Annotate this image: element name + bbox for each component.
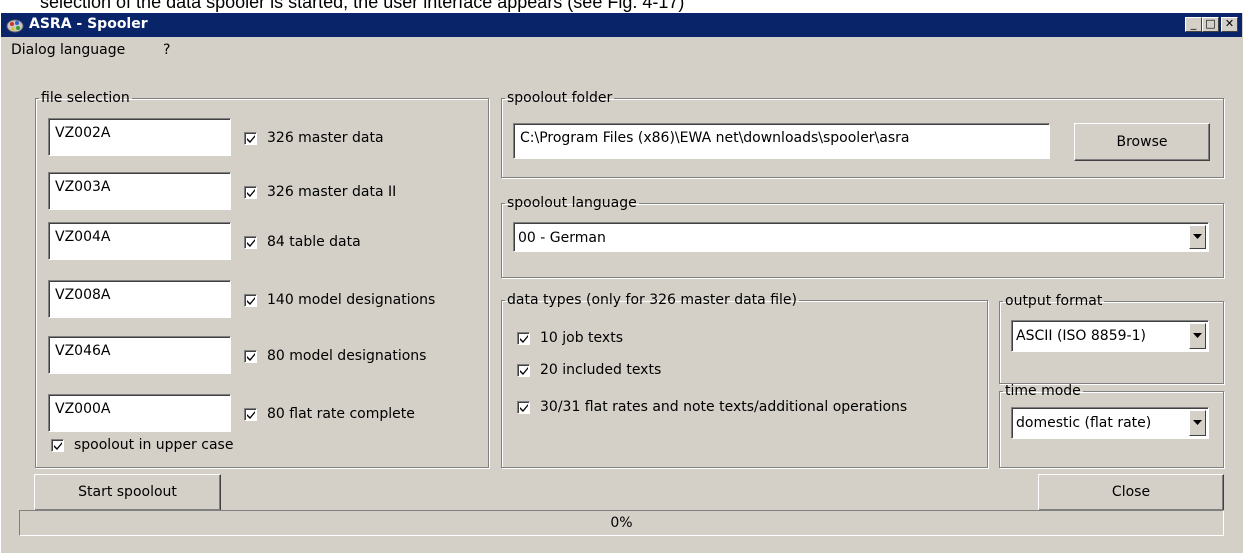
check-icon [520, 366, 528, 375]
maximize-icon: □ [1205, 17, 1216, 30]
start-spoolout-button[interactable]: Start spoolout [34, 474, 221, 511]
data-type-label: 30/31 flat rates and note texts/addition… [540, 399, 908, 415]
check-icon [247, 238, 255, 247]
file-checkbox-label: 80 flat rate complete [267, 406, 415, 422]
maximize-button[interactable]: □ [1202, 17, 1219, 32]
dropdown-arrow-icon [1193, 333, 1202, 338]
data-types-group: data types (only for 326 master data fil… [501, 292, 988, 468]
file-name-input[interactable]: VZ000A [48, 394, 231, 432]
file-name-input[interactable]: VZ003A [48, 172, 231, 210]
uppercase-label: spoolout in upper case [74, 437, 234, 453]
checkbox-box [517, 331, 530, 345]
output-format-legend: output format [1005, 293, 1103, 309]
output-format-select[interactable]: ASCII (ISO 8859-1) [1011, 320, 1209, 352]
file-checkbox-label: 80 model designations [267, 348, 427, 364]
file-name-input[interactable]: VZ008A [48, 280, 231, 318]
spoolout-language-legend: spoolout language [507, 195, 637, 211]
title-bar[interactable]: ASRA - Spooler _ □ ✕ [1, 13, 1242, 37]
dropdown-button[interactable] [1189, 323, 1206, 349]
checkbox-box [244, 235, 257, 249]
checkbox-box [244, 185, 257, 199]
background-document-caption: selection of the data spooler is started… [0, 0, 1243, 13]
dropdown-button[interactable] [1189, 410, 1206, 436]
checkbox-box [517, 400, 530, 414]
spooler-window: ASRA - Spooler _ □ ✕ Dialog language ? f… [0, 13, 1243, 553]
file-name-input[interactable]: VZ004A [48, 222, 231, 260]
checkbox-box [517, 363, 530, 377]
data-type-checkbox-job-texts[interactable]: 10 job texts [517, 330, 623, 346]
check-icon [247, 188, 255, 197]
checkbox-box [244, 293, 257, 307]
file-checkbox[interactable]: 80 model designations [244, 348, 426, 364]
file-checkbox-label: 84 table data [267, 234, 361, 250]
file-checkbox[interactable]: 80 flat rate complete [244, 406, 415, 422]
minimize-button[interactable]: _ [1185, 17, 1202, 32]
background-caption-text: selection of the data spooler is started… [40, 0, 685, 12]
time-mode-select[interactable]: domestic (flat rate) [1011, 407, 1209, 439]
progress-text: 0% [610, 515, 633, 531]
spoolout-folder-input[interactable]: C:\Program Files (x86)\EWA net\downloads… [513, 123, 1050, 159]
file-name-input[interactable]: VZ002A [48, 118, 231, 156]
check-icon [54, 441, 62, 450]
time-mode-legend: time mode [1005, 383, 1081, 399]
close-button[interactable]: Close [1038, 474, 1224, 511]
check-icon [247, 134, 255, 143]
menu-help[interactable]: ? [163, 42, 170, 58]
file-checkbox-label: 326 master data [267, 130, 384, 146]
checkbox-box [51, 438, 64, 452]
file-checkbox[interactable]: 84 table data [244, 234, 361, 250]
dropdown-arrow-icon [1193, 420, 1202, 425]
progress-bar: 0% [19, 510, 1224, 536]
minimize-icon: _ [1190, 17, 1197, 30]
dropdown-button[interactable] [1189, 225, 1206, 249]
dropdown-arrow-icon [1193, 234, 1202, 239]
spoolout-language-select[interactable]: 00 - German [513, 222, 1209, 252]
browse-button[interactable]: Browse [1074, 123, 1210, 161]
file-checkbox-label: 326 master data II [267, 184, 397, 200]
check-icon [247, 352, 255, 361]
file-selection-legend: file selection [41, 90, 130, 106]
check-icon [247, 410, 255, 419]
output-format-value: ASCII (ISO 8859-1) [1016, 328, 1146, 344]
spoolout-folder-legend: spoolout folder [507, 90, 613, 106]
window-title: ASRA - Spooler [29, 16, 148, 32]
checkbox-box [244, 349, 257, 363]
data-type-checkbox-flat-rates[interactable]: 30/31 flat rates and note texts/addition… [517, 399, 907, 415]
data-types-legend: data types (only for 326 master data fil… [507, 292, 797, 308]
menu-dialog-language[interactable]: Dialog language [11, 42, 125, 58]
file-name-input[interactable]: VZ046A [48, 336, 231, 374]
close-icon: ✕ [1224, 17, 1235, 30]
asra-app-icon [6, 19, 24, 33]
data-type-label: 20 included texts [540, 362, 662, 378]
close-window-button[interactable]: ✕ [1221, 17, 1238, 32]
menu-bar: Dialog language ? [1, 37, 1242, 59]
file-checkbox[interactable]: 140 model designations [244, 292, 435, 308]
check-icon [520, 403, 528, 412]
file-checkbox[interactable]: 326 master data [244, 130, 384, 146]
spoolout-language-value: 00 - German [518, 230, 606, 246]
data-type-label: 10 job texts [540, 330, 623, 346]
uppercase-checkbox[interactable]: spoolout in upper case [51, 437, 233, 453]
file-checkbox[interactable]: 326 master data II [244, 184, 396, 200]
checkbox-box [244, 407, 257, 421]
time-mode-value: domestic (flat rate) [1016, 415, 1152, 431]
check-icon [247, 296, 255, 305]
check-icon [520, 334, 528, 343]
checkbox-box [244, 131, 257, 145]
file-checkbox-label: 140 model designations [267, 292, 436, 308]
data-type-checkbox-included-texts[interactable]: 20 included texts [517, 362, 661, 378]
